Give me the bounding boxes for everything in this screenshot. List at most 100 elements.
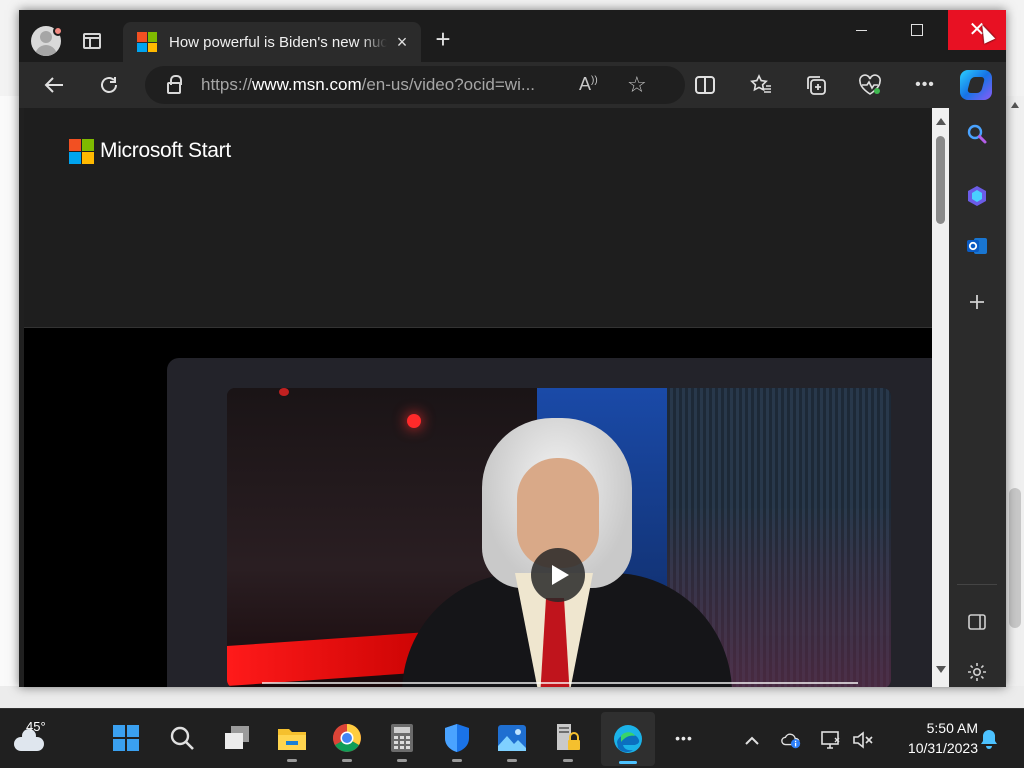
collections-icon bbox=[807, 76, 826, 95]
active-tab[interactable]: How powerful is Biden's new nuclear bomb… bbox=[123, 22, 421, 62]
show-hidden-icons-button[interactable] bbox=[741, 729, 763, 751]
windows-start-icon bbox=[113, 725, 139, 751]
active-app-indicator bbox=[619, 761, 637, 764]
scroll-up-icon[interactable] bbox=[936, 118, 946, 125]
video-progress-bar[interactable] bbox=[262, 682, 858, 684]
network-monitor-icon bbox=[821, 731, 840, 749]
calculator-icon bbox=[391, 724, 413, 752]
profile-notification-dot bbox=[53, 26, 63, 36]
page-scrollbar[interactable] bbox=[932, 108, 949, 687]
play-button[interactable] bbox=[531, 548, 585, 602]
read-aloud-icon[interactable]: A)) bbox=[579, 74, 598, 95]
system-clock[interactable]: 5:50 AM 10/31/2023 bbox=[888, 718, 978, 758]
search-icon bbox=[170, 726, 194, 750]
background-scrollbar[interactable] bbox=[1006, 96, 1024, 706]
chrome-button[interactable] bbox=[330, 721, 364, 762]
volume-muted-icon bbox=[853, 731, 873, 749]
server-manager-button[interactable] bbox=[551, 721, 585, 762]
split-screen-button[interactable] bbox=[692, 72, 718, 98]
calculator-button[interactable] bbox=[385, 721, 419, 762]
hide-sidebar-button[interactable] bbox=[963, 608, 991, 636]
task-view-icon bbox=[225, 726, 249, 749]
new-tab-button[interactable]: + bbox=[431, 26, 455, 52]
sidebar-copilot-button[interactable] bbox=[963, 182, 991, 210]
clock-time: 5:50 AM bbox=[926, 720, 978, 736]
sidebar-divider bbox=[957, 584, 997, 585]
network-tray-icon[interactable] bbox=[820, 729, 842, 751]
scrollbar-thumb[interactable] bbox=[1009, 488, 1021, 628]
cloud-icon bbox=[14, 729, 44, 751]
edge-icon bbox=[614, 725, 642, 753]
collections-button[interactable] bbox=[803, 72, 829, 98]
onedrive-tray-icon[interactable] bbox=[780, 729, 802, 751]
running-indicator bbox=[397, 759, 407, 762]
split-screen-icon bbox=[695, 76, 715, 94]
minimize-button[interactable] bbox=[833, 10, 889, 50]
video-player[interactable] bbox=[227, 388, 891, 687]
chevron-up-icon bbox=[745, 736, 759, 745]
address-bar[interactable]: https://www.msn.com/en-us/video?ocid=wi.… bbox=[145, 66, 685, 104]
favorites-button[interactable] bbox=[748, 72, 774, 98]
volume-tray-icon[interactable] bbox=[852, 729, 874, 751]
start-button[interactable] bbox=[109, 721, 143, 755]
brand-title[interactable]: Microsoft Start bbox=[100, 139, 231, 163]
msn-header: Microsoft Start bbox=[24, 108, 932, 328]
photos-icon bbox=[498, 725, 526, 751]
favorites-list-icon bbox=[750, 74, 771, 93]
background-window-edge bbox=[0, 96, 20, 686]
tab-title: How powerful is Biden's new nuclear bomb… bbox=[169, 33, 387, 51]
sidebar-settings-button[interactable] bbox=[963, 658, 991, 686]
more-apps-icon: ••• bbox=[675, 730, 693, 746]
maximize-button[interactable] bbox=[889, 10, 945, 50]
back-button[interactable] bbox=[41, 72, 67, 98]
task-view-button[interactable] bbox=[220, 721, 254, 755]
navigation-toolbar: https://www.msn.com/en-us/video?ocid=wi.… bbox=[19, 62, 1006, 108]
folder-icon bbox=[278, 729, 306, 750]
web-page-content: Microsoft Start bbox=[24, 108, 932, 687]
running-indicator bbox=[342, 759, 352, 762]
favorite-star-icon[interactable]: ☆ bbox=[627, 72, 647, 98]
edge-sidebar bbox=[949, 108, 1006, 687]
studio-red-light bbox=[407, 414, 421, 428]
tab-actions-menu-icon[interactable] bbox=[81, 30, 103, 52]
copilot-sidebar-icon bbox=[968, 186, 986, 206]
tab-close-icon[interactable]: × bbox=[393, 33, 411, 51]
copilot-icon[interactable] bbox=[960, 70, 992, 100]
edge-taskbar-button[interactable] bbox=[601, 712, 655, 766]
sidebar-add-button[interactable] bbox=[963, 288, 991, 316]
shield-icon bbox=[445, 724, 469, 752]
running-indicator bbox=[507, 759, 517, 762]
url-text[interactable]: https://www.msn.com/en-us/video?ocid=wi.… bbox=[201, 75, 535, 95]
lock-icon[interactable] bbox=[167, 75, 182, 94]
scroll-down-icon[interactable] bbox=[936, 666, 946, 673]
scroll-up-arrow-icon[interactable] bbox=[1011, 102, 1019, 108]
refresh-button[interactable] bbox=[96, 72, 122, 98]
clock-date: 10/31/2023 bbox=[907, 740, 978, 756]
page-scrollbar-thumb[interactable] bbox=[936, 136, 945, 224]
search-icon bbox=[967, 124, 987, 144]
more-options-icon: ••• bbox=[915, 76, 935, 93]
plus-icon bbox=[970, 295, 984, 309]
windows-security-button[interactable] bbox=[440, 721, 474, 762]
gear-icon bbox=[968, 663, 986, 681]
taskbar-search-button[interactable] bbox=[165, 721, 199, 755]
edge-browser-window: How powerful is Biden's new nuclear bomb… bbox=[19, 10, 1006, 687]
play-icon bbox=[551, 565, 569, 585]
sidebar-panel-icon bbox=[968, 614, 986, 630]
sidebar-search-button[interactable] bbox=[963, 120, 991, 148]
cloud-info-icon bbox=[781, 733, 801, 749]
file-explorer-button[interactable] bbox=[275, 721, 309, 762]
notifications-bell-icon[interactable] bbox=[980, 728, 998, 750]
overflow-apps-button[interactable]: ••• bbox=[667, 721, 701, 755]
photos-button[interactable] bbox=[495, 721, 529, 762]
outlook-icon bbox=[967, 238, 987, 254]
sidebar-outlook-button[interactable] bbox=[963, 232, 991, 260]
weather-widget[interactable]: 45° bbox=[10, 717, 60, 761]
browser-essentials-button[interactable] bbox=[857, 72, 883, 98]
refresh-icon bbox=[101, 77, 117, 93]
settings-more-button[interactable]: ••• bbox=[912, 72, 938, 98]
running-indicator bbox=[452, 759, 462, 762]
weather-temperature: 45° bbox=[26, 719, 46, 734]
running-indicator bbox=[287, 759, 297, 762]
microsoft-logo-icon[interactable] bbox=[69, 139, 94, 164]
